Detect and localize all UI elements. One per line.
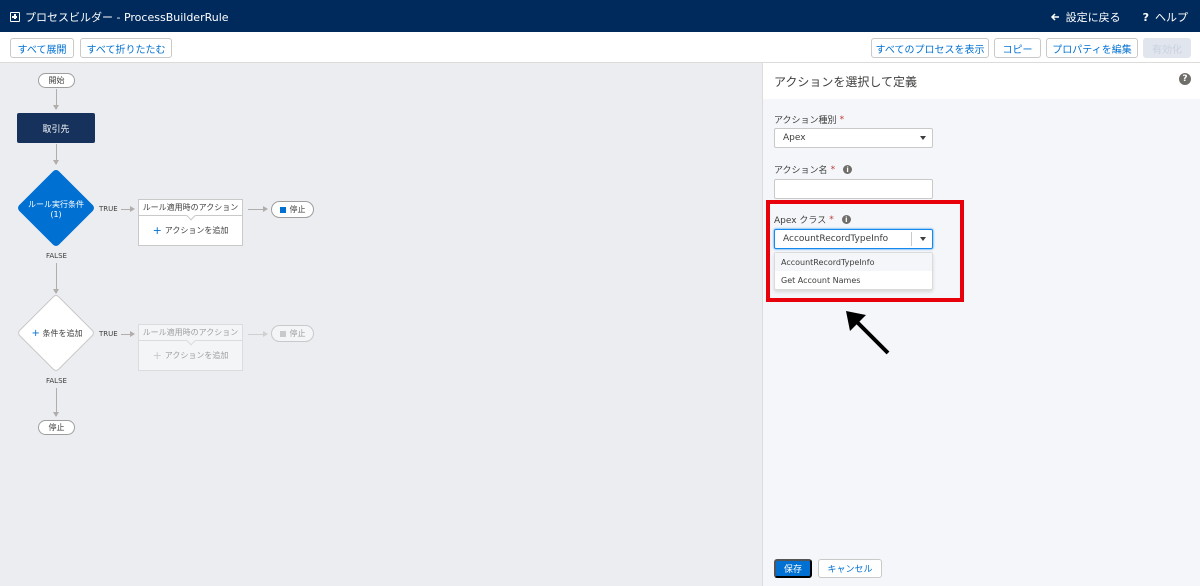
panel-title: アクションを選択して定義: [774, 75, 918, 89]
connector: [121, 331, 135, 337]
add-action-label: アクションを追加: [164, 351, 229, 360]
connector: [121, 206, 135, 212]
question-icon: ?: [1142, 10, 1149, 24]
end-stop-node: 停止: [38, 420, 75, 435]
back-to-setup-label: 設定に戻る: [1065, 11, 1121, 24]
action-name-input[interactable]: [774, 179, 933, 199]
object-node[interactable]: 取引先: [17, 113, 95, 143]
process-builder-icon: [10, 12, 20, 22]
action-type-select[interactable]: Apex: [774, 128, 933, 148]
back-to-setup-link[interactable]: 設定に戻る: [1050, 9, 1121, 25]
criteria-name: ルール実行条件: [28, 200, 84, 209]
required-mark: *: [839, 114, 845, 125]
connector: [53, 89, 59, 110]
connector: [53, 263, 59, 294]
app-title-text: プロセスビルダー - ProcessBuilderRule: [25, 11, 229, 24]
panel-header: アクションを選択して定義 ?: [763, 63, 1200, 99]
true-label: TRUE: [99, 205, 118, 213]
collapse-all-button[interactable]: すべて折りたたむ: [80, 38, 172, 58]
stop-label: 停止: [289, 205, 306, 214]
chevron-down-icon: [920, 136, 926, 140]
connector: [53, 388, 59, 417]
stop-label: 停止: [289, 329, 306, 338]
immediate-actions-header: ルール適用時のアクション: [139, 200, 242, 216]
activate-button[interactable]: 有効化: [1143, 38, 1191, 58]
required-mark: *: [830, 164, 836, 175]
action-name-label: アクション名 * i: [774, 163, 853, 176]
action-name-label-text: アクション名: [774, 166, 828, 176]
cancel-button[interactable]: キャンセル: [818, 559, 882, 578]
true-label: TRUE: [99, 330, 118, 338]
plus-icon: +: [152, 224, 162, 237]
add-criteria-label: + 条件を追加: [22, 329, 92, 339]
stop-square-icon: [279, 206, 286, 213]
info-icon[interactable]: i: [843, 165, 853, 174]
copy-button[interactable]: コピー: [994, 38, 1041, 58]
stop-node: 停止: [271, 201, 314, 218]
start-node: 開始: [38, 73, 75, 88]
panel-footer: 保存 キャンセル: [763, 552, 1200, 586]
criteria-number: (1): [50, 210, 62, 219]
plus-icon: +: [31, 328, 40, 339]
expand-all-button[interactable]: すべて展開: [10, 38, 74, 58]
view-all-processes-button[interactable]: すべてのプロセスを表示: [871, 38, 989, 58]
connector: [53, 144, 59, 165]
plus-icon: +: [152, 349, 162, 362]
action-panel: アクションを選択して定義 ? アクション種別 * Apex アクション名 * i A…: [762, 63, 1200, 586]
immediate-actions-header: ルール適用時のアクション: [139, 325, 242, 341]
connector: [248, 206, 268, 212]
stop-square-icon: [279, 330, 286, 337]
app-title: プロセスビルダー - ProcessBuilderRule: [10, 9, 229, 25]
immediate-actions-box-disabled: ルール適用時のアクション + アクションを追加: [138, 324, 243, 371]
app-header: プロセスビルダー - ProcessBuilderRule 設定に戻る ? ヘル…: [0, 0, 1200, 32]
add-criteria-text: 条件を追加: [42, 329, 83, 338]
edit-properties-button[interactable]: プロパティを編集: [1046, 38, 1138, 58]
add-action-label: アクションを追加: [164, 226, 229, 235]
action-type-label-text: アクション種別: [774, 116, 837, 126]
action-type-value: Apex: [783, 133, 806, 143]
arrow-left-icon: [1050, 13, 1059, 21]
help-label: ヘルプ: [1155, 11, 1188, 24]
save-button[interactable]: 保存: [774, 559, 812, 578]
help-link[interactable]: ? ヘルプ: [1143, 9, 1188, 25]
process-canvas: 開始 取引先 ルール実行条件 (1) TRUE ルール適用時のアクション + ア…: [0, 63, 762, 586]
action-type-label: アクション種別 *: [774, 113, 845, 127]
false-label: FALSE: [46, 252, 67, 260]
false-label: FALSE: [46, 377, 67, 385]
criteria-label: ルール実行条件 (1): [20, 200, 92, 220]
annotation-arrow-icon: [846, 311, 890, 355]
annotation-highlight-box: [766, 200, 964, 302]
help-icon[interactable]: ?: [1179, 73, 1191, 85]
stop-node-disabled: 停止: [271, 325, 314, 342]
connector: [248, 331, 268, 337]
toolbar: すべて展開 すべて折りたたむ すべてのプロセスを表示 コピー プロパティを編集 …: [0, 32, 1200, 63]
immediate-actions-box: ルール適用時のアクション + アクションを追加: [138, 199, 243, 246]
